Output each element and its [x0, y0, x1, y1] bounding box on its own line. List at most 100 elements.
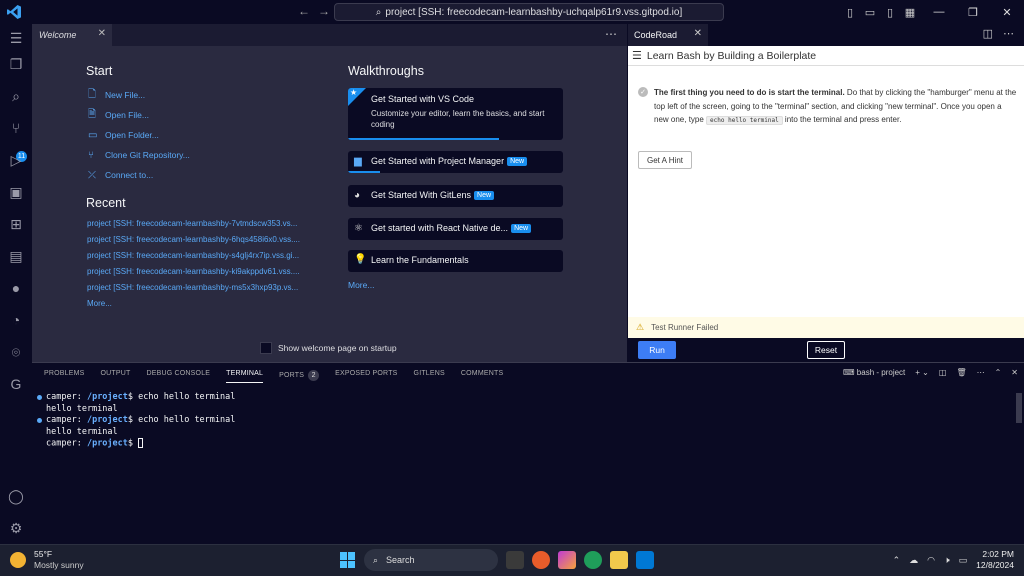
firefox-icon[interactable] [532, 551, 550, 569]
windows-start-icon[interactable] [340, 552, 356, 568]
coderoad-icon[interactable]: G [6, 374, 26, 394]
recent-more-link[interactable]: More... [87, 299, 112, 308]
close-panel-icon[interactable]: ✕ [1011, 368, 1018, 377]
toggle-secondary-sidebar-icon[interactable]: ▯ [882, 4, 898, 20]
gitlens-icon[interactable]: ◔ [6, 310, 26, 330]
terminal-scrollbar[interactable] [1016, 393, 1022, 423]
customize-layout-icon[interactable]: ▦ [902, 4, 918, 20]
walkthroughs-more-link[interactable]: More... [348, 280, 374, 290]
tab-output[interactable]: OUTPUT [101, 370, 131, 382]
vscode-logo-icon[interactable] [6, 4, 22, 20]
more-actions-icon[interactable]: ⋯ [1003, 27, 1014, 40]
step-text-2: into the terminal and press enter. [782, 115, 902, 124]
close-icon[interactable]: ✕ [98, 28, 106, 39]
terminal-line: hello terminal [46, 426, 118, 437]
walkthrough-progress-bar [348, 171, 381, 173]
split-editor-icon[interactable]: ◫ [983, 27, 993, 40]
battery-icon[interactable]: ▭ [959, 555, 968, 566]
minimize-icon[interactable]: — [922, 0, 956, 24]
wifi-icon[interactable]: ◠ [927, 555, 935, 566]
tab-problems[interactable]: PROBLEMS [44, 370, 85, 382]
task-view-icon[interactable] [506, 551, 524, 569]
recent-item[interactable]: project [SSH: freecodecam-learnbashby-6h… [87, 235, 300, 244]
recent-item[interactable]: project [SSH: freecodecam-learnbashby-7v… [87, 219, 297, 228]
coderoad-panel: CodeRoad ✕ ◫ ⋯ ☰ Learn Bash by Building … [628, 24, 1024, 362]
command-center-search[interactable]: ⌕ project [SSH: freecodecam-learnbashby-… [334, 3, 724, 21]
search-view-icon[interactable]: ⌕ [6, 86, 26, 106]
volume-icon[interactable]: 🕨 [944, 555, 950, 566]
terminal-command: echo hello terminal [133, 415, 236, 425]
tab-terminal[interactable]: TERMINAL [226, 370, 264, 383]
walkthrough-text: Get Started With GitLens [371, 190, 472, 200]
close-window-icon[interactable]: ✕ [990, 0, 1024, 24]
show-welcome-checkbox[interactable] [260, 342, 272, 354]
walkthrough-gitlens[interactable]: ◕ Get Started With GitLens New [348, 185, 563, 207]
walkthrough-featured-card[interactable]: ★ Get Started with VS Code Customize you… [348, 88, 563, 140]
gitlens-inspect-icon[interactable]: ⌾ [6, 342, 26, 362]
toggle-primary-sidebar-icon[interactable]: ▯ [842, 4, 858, 20]
tab-comments[interactable]: COMMENTS [461, 370, 503, 382]
connect-to-link[interactable]: ⤫ Connect to... [88, 168, 153, 182]
maximize-panel-icon[interactable]: ⌃ [995, 368, 1002, 377]
walkthrough-react-native[interactable]: ⚛ Get started with React Native de... New [348, 218, 563, 240]
explorer-icon[interactable]: ❐ [6, 54, 26, 74]
recent-item[interactable]: project [SSH: freecodecam-learnbashby-ms… [87, 283, 298, 292]
more-actions-icon[interactable]: ⋯ [977, 368, 985, 377]
terminal-selector[interactable]: ⌨ bash - project [843, 368, 905, 377]
show-welcome-toggle[interactable]: Show welcome page on startup [260, 342, 397, 354]
get-hint-button[interactable]: Get A Hint [638, 151, 692, 169]
source-control-icon[interactable]: ⑂ [6, 118, 26, 138]
tab-ports[interactable]: PORTS 2 [279, 370, 320, 382]
restore-icon[interactable]: ❐ [956, 0, 990, 24]
menu-icon[interactable]: ☰ [632, 49, 642, 62]
clone-repo-link[interactable]: ⑂ Clone Git Repository... [88, 148, 190, 162]
split-terminal-icon[interactable]: ◫ [939, 368, 947, 377]
vscode-taskbar-icon[interactable] [636, 551, 654, 569]
toggle-panel-icon[interactable]: ▭ [862, 4, 878, 20]
project-manager-icon[interactable]: ▤ [6, 246, 26, 266]
file-explorer-icon[interactable] [610, 551, 628, 569]
cloud-icon[interactable]: ☁ [909, 555, 918, 566]
taskbar-search[interactable]: ⌕ Search [364, 549, 498, 571]
walkthrough-label: Get Started with Project Manager New [371, 156, 528, 167]
warning-icon: ⚠ [636, 322, 645, 332]
new-file-link[interactable]: 🗋 New File... [88, 88, 145, 102]
tab-coderoad[interactable]: CodeRoad ✕ [628, 24, 708, 46]
prompt-sign: $ [127, 438, 134, 449]
edge-icon[interactable] [584, 551, 602, 569]
tab-welcome[interactable]: Welcome ✕ [32, 24, 112, 46]
weather-widget[interactable]: 55°F Mostly sunny [10, 549, 84, 571]
open-file-link[interactable]: 🗎 Open File... [88, 108, 149, 122]
walkthrough-project-manager[interactable]: ▆ Get Started with Project Manager New [348, 151, 563, 173]
github-icon[interactable]: ● [6, 278, 26, 298]
kill-terminal-icon[interactable]: 🗑 [956, 368, 966, 377]
account-icon[interactable]: ◯ [6, 486, 26, 506]
recent-item[interactable]: project [SSH: freecodecam-learnbashby-ki… [87, 267, 300, 276]
extensions-icon[interactable]: ⊞ [6, 214, 26, 234]
terminal-output[interactable]: camper: /project$ echo hello terminal he… [32, 392, 1012, 450]
tab-debug-console[interactable]: DEBUG CONSOLE [146, 370, 210, 382]
copilot-icon[interactable] [558, 551, 576, 569]
more-actions-icon[interactable]: ⋯ [605, 27, 617, 41]
recent-item[interactable]: project [SSH: freecodecam-learnbashby-s4… [87, 251, 299, 260]
clock[interactable]: 2:02 PM 12/8/2024 [976, 549, 1014, 571]
tab-exposed-ports[interactable]: EXPOSED PORTS [335, 370, 397, 382]
reset-button[interactable]: Reset [807, 341, 845, 359]
walkthrough-fundamentals[interactable]: 💡 Learn the Fundamentals [348, 250, 563, 272]
close-icon[interactable]: ✕ [694, 28, 702, 39]
open-folder-link[interactable]: ▭ Open Folder... [88, 128, 159, 142]
nav-arrows: ← → [298, 4, 330, 18]
remote-explorer-icon[interactable]: ▣ [6, 182, 26, 202]
tab-welcome-label: Welcome [39, 30, 77, 40]
terminal-line: hello terminal [46, 403, 118, 414]
run-debug-icon[interactable]: ▷ [6, 150, 26, 170]
settings-gear-icon[interactable]: ⚙ [6, 518, 26, 538]
chevron-up-icon[interactable]: ⌃ [893, 555, 901, 566]
back-arrow-icon[interactable]: ← [298, 4, 310, 18]
step-check-icon: ✓ [638, 87, 648, 97]
tab-gitlens[interactable]: GITLENS [414, 370, 445, 382]
menu-hamburger-icon[interactable]: ☰ [6, 28, 26, 48]
new-terminal-icon[interactable]: + ⌄ [915, 368, 929, 377]
run-button[interactable]: Run [638, 341, 676, 359]
forward-arrow-icon[interactable]: → [318, 4, 330, 18]
